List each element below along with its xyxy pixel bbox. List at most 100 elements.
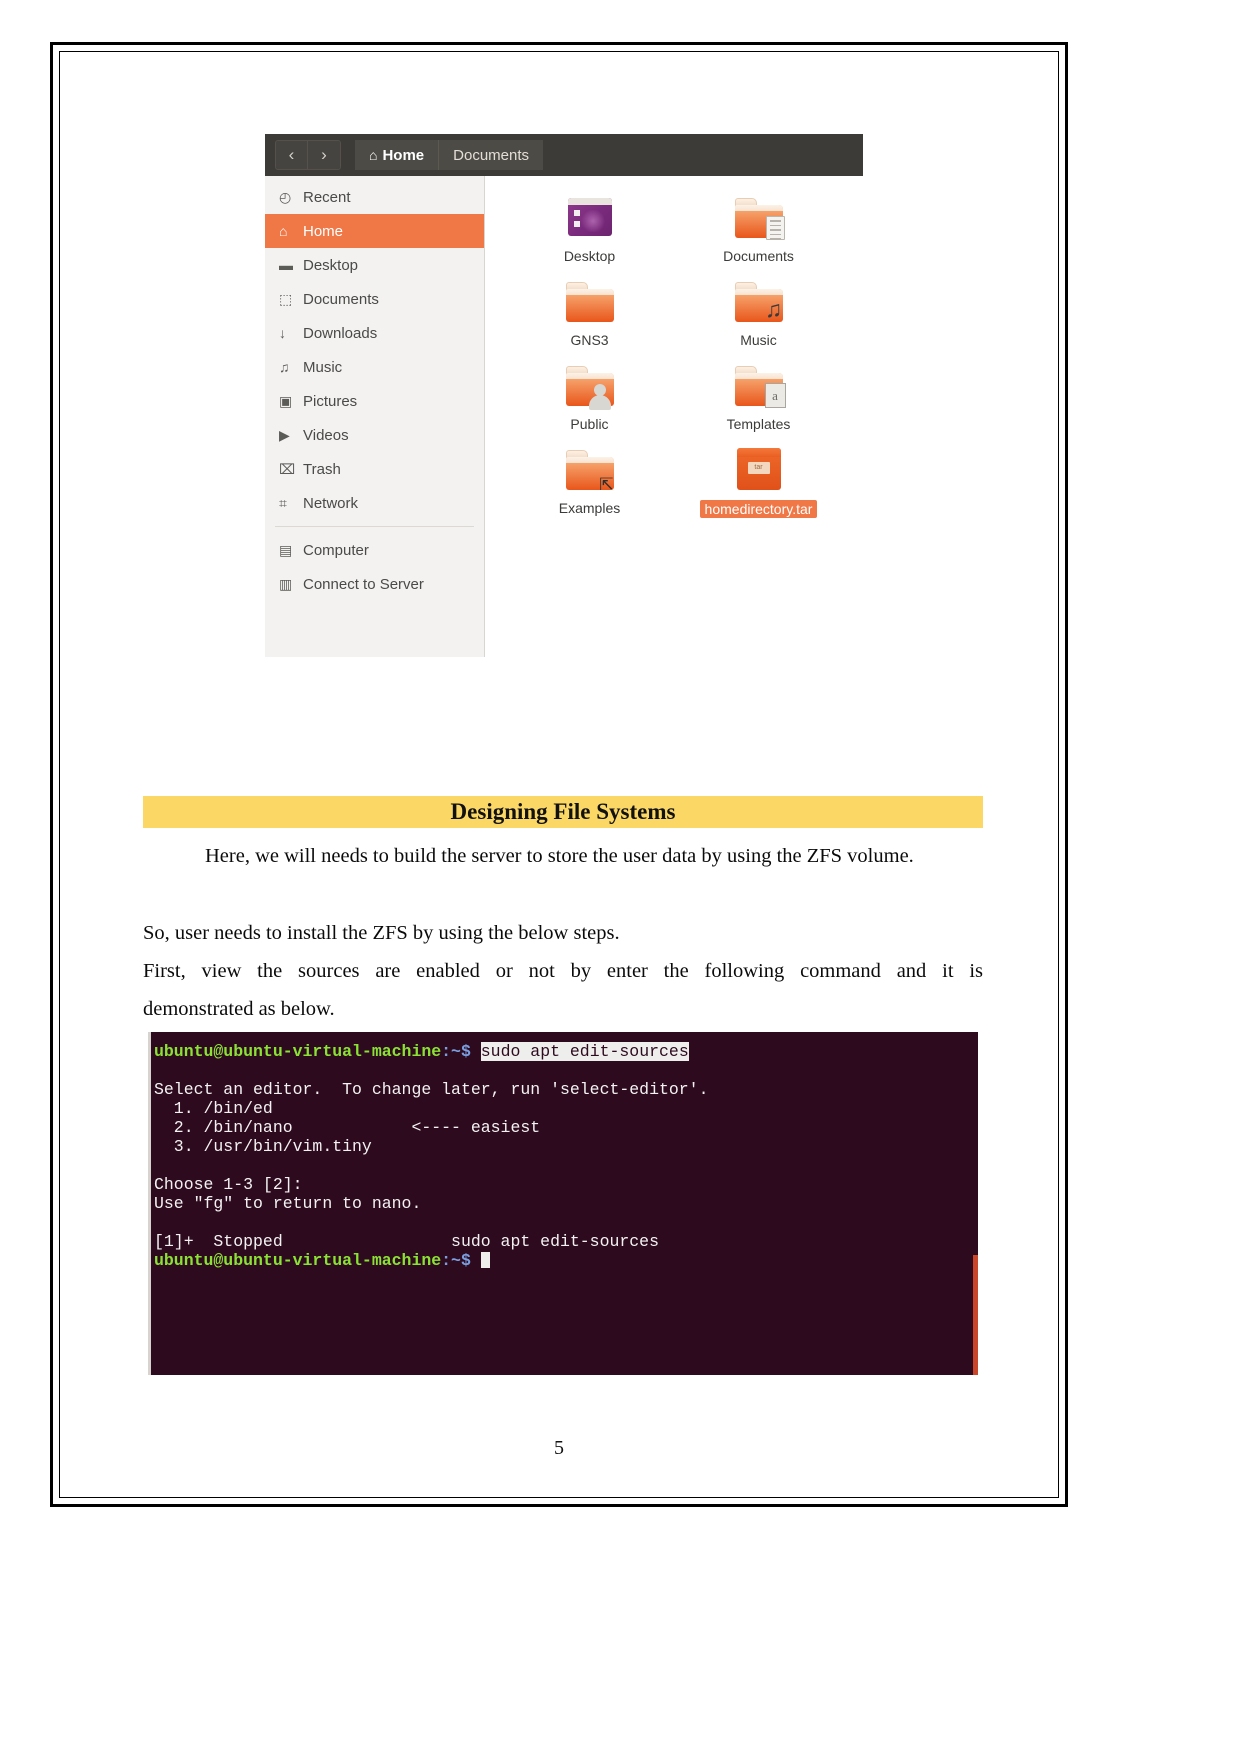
public-folder-icon [562,360,618,412]
desktop-folder-icon: ▬ [279,257,293,273]
file-item-gns3[interactable]: GNS3 [505,276,674,348]
computer-icon: ▤ [279,541,293,558]
terminal-output-line-5: Choose 1-3 [2]: [154,1175,303,1194]
sidebar-label-connect-to-server: Connect to Server [303,575,424,593]
terminal-prompt-path-2: :~$ [441,1251,471,1270]
sidebar-item-pictures[interactable]: ▣ Pictures [265,384,484,418]
connect-server-icon: ▥ [279,575,293,592]
template-page-icon: a [764,383,786,408]
file-label-documents: Documents [723,248,794,264]
file-grid: Desktop Documents GNS3 ♫ Music Public a … [485,192,863,518]
navigation-buttons: ‹ › [275,140,341,170]
paragraph-sources: First, view the sources are enabled or n… [143,952,983,1028]
terminal-output-line-3: 2. /bin/nano <---- easiest [154,1118,541,1137]
folder-icon [562,276,618,328]
trash-icon: ⌧ [279,460,296,477]
terminal-blank-1 [150,1061,978,1080]
document-icon: ⬚ [279,290,293,307]
file-item-public[interactable]: Public [505,360,674,432]
sidebar-label-network: Network [303,494,359,512]
sidebar-item-trash[interactable]: ⌧ Trash [265,452,484,486]
file-label-music: Music [740,332,777,348]
terminal-prompt-user: ubuntu@ubuntu-virtual-machine [154,1042,442,1061]
clock-icon: ◴ [279,188,292,205]
file-item-desktop[interactable]: Desktop [505,192,674,264]
file-item-music[interactable]: ♫ Music [674,276,843,348]
music-folder-icon: ♫ [731,276,787,328]
file-label-homedirectory-tar: homedirectory.tar [699,500,818,518]
file-label-examples: Examples [558,500,621,516]
file-item-homedirectory-tar[interactable]: tar homedirectory.tar [674,444,843,518]
paragraph-sources-line1: First, view the sources are enabled or n… [143,960,983,982]
tar-archive-icon: tar [731,444,787,496]
network-icon: ⌗ [279,494,287,511]
file-manager-toolbar: ‹ › ⌂ Home Documents [265,134,863,176]
back-icon[interactable]: ‹ [276,141,308,169]
symlink-arrow-icon: ⇱ [599,475,614,494]
sidebar-label-trash: Trash [303,460,341,478]
file-list-area: Desktop Documents GNS3 ♫ Music Public a … [485,176,863,657]
terminal-command-line: ubuntu@ubuntu-virtual-machine:~$ sudo ap… [150,1042,978,1061]
terminal-prompt-user-2: ubuntu@ubuntu-virtual-machine [154,1251,442,1270]
examples-link-folder-icon: ⇱ [562,444,618,496]
music-note-icon: ♫ [764,297,783,322]
terminal-output-line-2: 1. /bin/ed [154,1099,273,1118]
sidebar-item-downloads[interactable]: ↓ Downloads [265,316,484,350]
terminal-output-line-6: Use "fg" to return to nano. [154,1194,422,1213]
sidebar-label-documents: Documents [303,290,379,308]
section-heading-highlight: Designing File Systems [143,796,983,828]
sidebar-item-desktop[interactable]: ▬ Desktop [265,248,484,282]
file-label-templates: Templates [726,416,791,432]
sidebar-label-pictures: Pictures [303,392,358,410]
file-label-public: Public [570,416,609,432]
sidebar-item-network[interactable]: ⌗ Network [265,486,484,520]
sidebar-divider [275,526,474,527]
sidebar-item-home[interactable]: ⌂ Home [265,214,484,248]
file-manager-body: ◴ Recent ⌂ Home ▬ Desktop ⬚ Documents ↓ … [265,176,863,657]
file-label-gns3: GNS3 [570,332,609,348]
terminal-prompt-path: :~$ [441,1042,471,1061]
file-item-templates[interactable]: a Templates [674,360,843,432]
page-number: 5 [554,1437,564,1459]
sidebar-item-videos[interactable]: ▶ Videos [265,418,484,452]
breadcrumb-item-documents[interactable]: Documents [439,140,544,170]
music-note-icon: ♫ [279,359,290,375]
terminal-blank-3 [150,1213,978,1232]
sidebar-label-downloads: Downloads [303,324,378,342]
terminal-output-line-1: Select an editor. To change later, run '… [154,1080,709,1099]
forward-icon[interactable]: › [308,141,340,169]
document-page-inner-border: ‹ › ⌂ Home Documents ◴ Recent ⌂ Home ▬ D… [59,51,1059,1498]
paragraph-intro: Here, we will needs to build the server … [205,845,914,867]
sidebar-label-computer: Computer [303,541,369,559]
sidebar-label-home: Home [303,222,344,240]
breadcrumb-item-home[interactable]: ⌂ Home [355,140,440,170]
sidebar-label-desktop: Desktop [303,256,359,274]
terminal-left-edge [148,1032,151,1375]
file-item-documents[interactable]: Documents [674,192,843,264]
terminal-command-text: sudo apt edit-sources [480,1042,689,1061]
breadcrumb-label-home: Home [382,146,425,164]
video-icon: ▶ [279,426,290,443]
terminal-cursor [480,1252,490,1268]
sidebar-item-computer[interactable]: ▤ Computer [265,533,484,567]
terminal-scrollbar[interactable] [973,1255,978,1375]
file-manager-sidebar: ◴ Recent ⌂ Home ▬ Desktop ⬚ Documents ↓ … [265,176,485,657]
sidebar-item-music[interactable]: ♫ Music [265,350,484,384]
templates-folder-icon: a [731,360,787,412]
document-page-border: ‹ › ⌂ Home Documents ◴ Recent ⌂ Home ▬ D… [50,42,1068,1507]
page-title: Designing File Systems [450,799,676,824]
desktop-window-icon [562,192,618,244]
breadcrumb-label-documents: Documents [453,146,530,164]
person-icon [588,384,611,410]
file-item-examples[interactable]: ⇱ Examples [505,444,674,518]
home-icon: ⌂ [279,223,288,239]
sidebar-item-connect-to-server[interactable]: ▥ Connect to Server [265,567,484,601]
terminal-blank-2 [150,1156,978,1175]
paragraph-sources-line2: demonstrated as below. [143,998,335,1020]
paragraph-install: So, user needs to install the ZFS by usi… [143,922,620,944]
terminal-final-prompt-line: ubuntu@ubuntu-virtual-machine:~$ [150,1251,978,1270]
page-content: ‹ › ⌂ Home Documents ◴ Recent ⌂ Home ▬ D… [60,52,1058,1497]
documents-folder-icon [731,192,787,244]
sidebar-item-recent[interactable]: ◴ Recent [265,180,484,214]
sidebar-item-documents[interactable]: ⬚ Documents [265,282,484,316]
